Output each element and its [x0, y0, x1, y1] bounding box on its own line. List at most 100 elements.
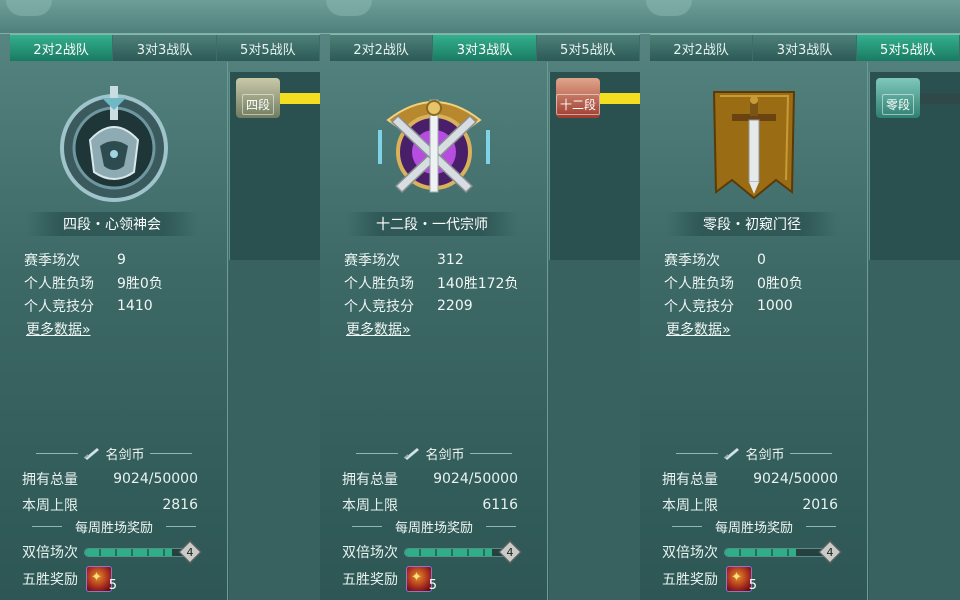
- silver-knight-emblem-icon: [60, 86, 168, 202]
- double-label: 双倍场次: [662, 545, 718, 561]
- weekly-cap-value: 6116: [482, 497, 518, 513]
- weekly-cap-label: 本周上限: [22, 498, 78, 514]
- five-win-label: 五胜奖励: [662, 572, 718, 588]
- double-progress-bar: [84, 547, 188, 557]
- golden-crossed-swords-emblem-icon: [378, 99, 490, 194]
- reward-glyph: ✦: [91, 570, 102, 585]
- rank-title: 零段・初窥门径: [666, 212, 838, 236]
- side-rank-column: 十二段: [549, 72, 640, 600]
- sword-icon: [404, 448, 420, 460]
- weekly-reward-header: 每周胜场奖励: [342, 518, 526, 536]
- side-badge-label: 十二段: [556, 94, 600, 115]
- reward-item-icon[interactable]: ✦ 5: [726, 566, 757, 593]
- five-win-count: 5: [748, 578, 757, 593]
- double-label: 双倍场次: [22, 545, 78, 561]
- reward-item-icon[interactable]: ✦ 5: [406, 566, 437, 593]
- weekly-cap-value: 2816: [162, 497, 198, 513]
- rank-chest-icon[interactable]: 零段: [876, 78, 920, 118]
- five-win-row: 五胜奖励 ✦ 5: [342, 566, 542, 593]
- coin-rows: 拥有总量 9024/50000 本周上限 6116: [342, 466, 518, 518]
- tab-2v2[interactable]: 2对2战队: [330, 35, 434, 61]
- tab-3v3[interactable]: 3对3战队: [113, 35, 217, 61]
- sword-icon: [84, 448, 100, 460]
- rank-card: 十二段・一代宗师 赛季场次 312 个人胜负场 140胜172负 个人竞技分 2209…: [320, 62, 548, 600]
- side-rank-column: 零段: [869, 72, 960, 600]
- top-strip: [320, 0, 640, 34]
- score-value: 2209: [437, 297, 473, 314]
- five-win-count: 5: [428, 578, 437, 593]
- win-loss-value: 0胜0负: [757, 275, 803, 292]
- score-label: 个人竞技分: [664, 298, 734, 315]
- stats-block: 赛季场次 9 个人胜负场 9胜0负 个人竞技分 1410 更多数据»: [24, 248, 214, 339]
- team-tabs: 2对2战队 3对3战队 5对5战队: [650, 34, 960, 61]
- team-tabs: 2对2战队 3对3战队 5对5战队: [10, 34, 320, 61]
- season-matches-value: 9: [117, 251, 126, 268]
- win-loss-label: 个人胜负场: [24, 275, 94, 292]
- top-strip: [640, 0, 960, 34]
- coin-rows: 拥有总量 9024/50000 本周上限 2816: [22, 466, 198, 518]
- coin-header: 名剑币: [22, 444, 206, 463]
- coin-rows: 拥有总量 9024/50000 本周上限 2016: [662, 466, 838, 518]
- tab-5v5[interactable]: 5对5战队: [216, 35, 320, 61]
- score-label: 个人竞技分: [344, 298, 414, 315]
- double-progress-fill: [85, 548, 172, 556]
- cloud-ornament-icon: [6, 0, 52, 16]
- coin-total-label: 拥有总量: [662, 472, 718, 488]
- double-progress-bar: [404, 547, 508, 557]
- five-win-row: 五胜奖励 ✦ 5: [662, 566, 862, 593]
- side-rank-box: 四段: [229, 72, 320, 260]
- season-matches-value: 312: [437, 251, 464, 268]
- weekly-cap-label: 本周上限: [342, 498, 398, 514]
- tab-5v5[interactable]: 5对5战队: [536, 35, 640, 61]
- coin-total-label: 拥有总量: [342, 472, 398, 488]
- reward-glyph: ✦: [731, 570, 742, 585]
- reward-item-icon[interactable]: ✦ 5: [86, 566, 117, 593]
- five-win-label: 五胜奖励: [22, 572, 78, 588]
- rank-chest-icon[interactable]: 四段: [236, 78, 280, 118]
- double-label: 双倍场次: [342, 545, 398, 561]
- diamond-count-icon: 4: [498, 540, 522, 564]
- double-progress-fill: [725, 548, 797, 556]
- more-data-link[interactable]: 更多数据»: [664, 319, 731, 339]
- rank-chest-icon[interactable]: 十二段: [556, 78, 600, 118]
- five-win-row: 五胜奖励 ✦ 5: [22, 566, 222, 593]
- tab-2v2[interactable]: 2对2战队: [10, 35, 114, 61]
- panel-2v2: 2对2战队 3对3战队 5对5战队 四段 四段・心领神会 赛季场次 9 个人胜负场…: [0, 0, 320, 600]
- tab-2v2[interactable]: 2对2战队: [650, 35, 754, 61]
- tab-5v5[interactable]: 5对5战队: [856, 35, 960, 61]
- coin-total-value: 9024/50000: [433, 471, 518, 487]
- panel-3v3: 2对2战队 3对3战队 5对5战队 十二段 十二段・一代宗师 赛季场次 312 个…: [320, 0, 640, 600]
- double-progress-bar: [724, 547, 828, 557]
- more-data-link[interactable]: 更多数据»: [24, 319, 91, 339]
- rank-title: 四段・心领神会: [26, 212, 198, 236]
- double-count: 4: [186, 545, 194, 559]
- double-row: 双倍场次 4: [22, 540, 222, 564]
- coin-total-value: 9024/50000: [113, 471, 198, 487]
- rank-progress-bar: [276, 93, 320, 104]
- win-loss-value: 140胜172负: [437, 275, 519, 292]
- more-data-link[interactable]: 更多数据»: [344, 319, 411, 339]
- rank-progress-bar: [916, 93, 960, 104]
- tab-3v3[interactable]: 3对3战队: [433, 35, 537, 61]
- weekly-cap-label: 本周上限: [662, 498, 718, 514]
- season-matches-label: 赛季场次: [24, 252, 80, 269]
- cloud-ornament-icon: [326, 0, 372, 16]
- tab-3v3[interactable]: 3对3战队: [753, 35, 857, 61]
- weekly-cap-value: 2016: [802, 497, 838, 513]
- season-matches-value: 0: [757, 251, 766, 268]
- coin-title: 名剑币: [425, 447, 465, 463]
- win-loss-label: 个人胜负场: [344, 275, 414, 292]
- double-row: 双倍场次 4: [342, 540, 542, 564]
- double-count: 4: [826, 545, 834, 559]
- win-loss-label: 个人胜负场: [664, 275, 734, 292]
- side-rank-column: 四段: [229, 72, 320, 600]
- panel-5v5: 2对2战队 3对3战队 5对5战队 零段 零段・初窥门径 赛季场次 0 个人胜负场…: [640, 0, 960, 600]
- five-win-label: 五胜奖励: [342, 572, 398, 588]
- double-chevron-right-icon: »: [82, 322, 91, 338]
- rank-card: 四段・心领神会 赛季场次 9 个人胜负场 9胜0负 个人竞技分 1410 更多数据» …: [0, 62, 228, 600]
- banner-sword-emblem-icon: [712, 91, 796, 200]
- coin-total-label: 拥有总量: [22, 472, 78, 488]
- weekly-reward-header: 每周胜场奖励: [22, 518, 206, 536]
- weekly-reward-header: 每周胜场奖励: [662, 518, 846, 536]
- coin-title: 名剑币: [745, 447, 785, 463]
